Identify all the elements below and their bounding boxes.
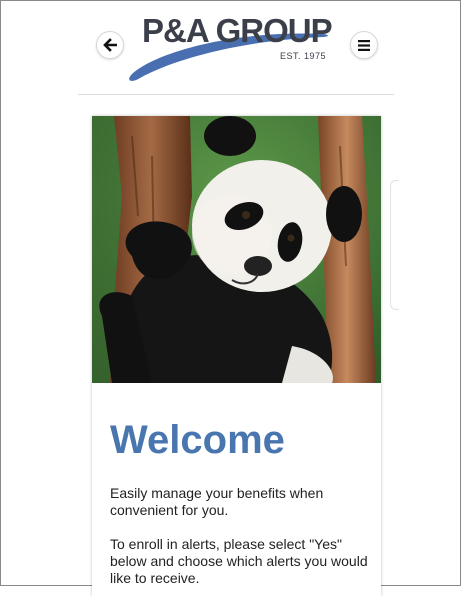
menu-button[interactable]: [350, 31, 378, 59]
welcome-card: Welcome Easily manage your benefits when…: [92, 116, 381, 596]
company-logo: P&A GROUP EST. 1975: [126, 12, 348, 84]
benefits-text: Easily manage your benefits when conveni…: [110, 485, 324, 518]
logo-tagline: EST. 1975: [280, 51, 327, 61]
back-button[interactable]: [96, 31, 124, 59]
logo-name: P&A GROUP: [142, 12, 333, 49]
alerts-instructions-text: To enroll in alerts, please select "Yes"…: [110, 536, 368, 586]
hamburger-menu-icon: [358, 39, 370, 51]
panda-photo: [92, 116, 381, 383]
welcome-title: Welcome: [110, 418, 285, 462]
side-panel-edge[interactable]: [390, 180, 399, 310]
header-divider: [78, 94, 394, 95]
arrow-left-icon: [103, 38, 117, 52]
